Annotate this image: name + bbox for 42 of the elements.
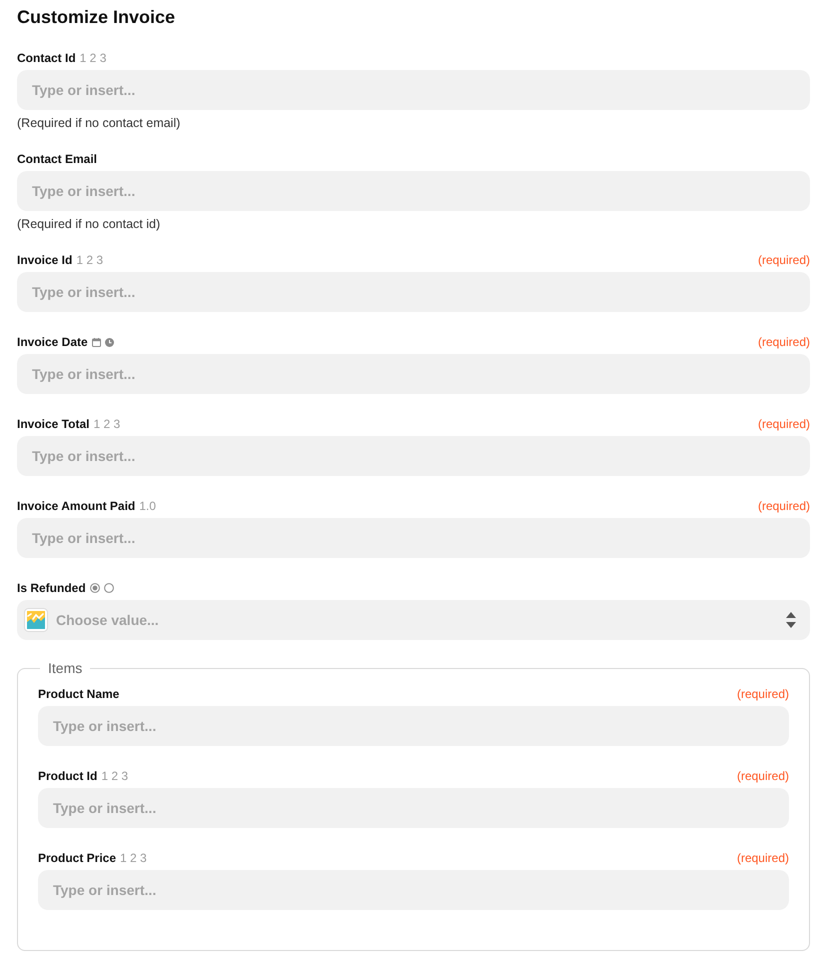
field-label: Contact Email <box>17 151 98 167</box>
required-note: (required) <box>736 850 789 866</box>
field-label: Invoice Date <box>17 334 88 350</box>
field-label: Product Price <box>38 850 116 866</box>
up-down-caret-icon <box>786 612 796 628</box>
text-input-field[interactable]: Type or insert... <box>38 706 789 746</box>
text-input-field[interactable]: Type or insert... <box>17 518 810 558</box>
required-note: (required) <box>736 768 789 784</box>
required-note: (required) <box>758 498 810 514</box>
field-label: Contact Id <box>17 50 76 66</box>
app-logo-icon <box>24 608 48 632</box>
required-note: (required) <box>758 252 810 268</box>
help-text: (Required if no contact email) <box>17 116 182 130</box>
field-label: Invoice Id <box>17 252 72 268</box>
type-hint: 1 2 3 <box>101 768 128 784</box>
clock-icon <box>104 338 114 346</box>
type-hint: 1 2 3 <box>120 850 147 866</box>
field-label: Is Refunded <box>17 580 86 596</box>
group-legend: Items <box>40 659 90 677</box>
form-title: Customize Invoice <box>17 6 176 29</box>
required-note: (required) <box>758 416 810 432</box>
type-hint: 1 2 3 <box>80 50 106 66</box>
type-hint: 1.0 <box>139 498 156 514</box>
type-hint: 1 2 3 <box>76 252 104 268</box>
choose-value-input[interactable]: Choose value... <box>56 610 778 630</box>
text-input-field[interactable]: Type or insert... <box>38 788 789 828</box>
required-note: (required) <box>758 334 810 350</box>
field-label: Invoice Total <box>17 416 90 432</box>
field-label: Product Name <box>38 686 120 702</box>
value-select-field[interactable]: Choose value... <box>17 600 810 640</box>
field-label: Product Id <box>38 768 98 784</box>
field-label: Invoice Amount Paid <box>17 498 136 514</box>
text-input-field[interactable]: Type or insert... <box>17 272 810 312</box>
required-note: (required) <box>736 686 789 702</box>
text-input-field[interactable]: Type or insert... <box>17 171 810 211</box>
text-input-field[interactable]: Type or insert... <box>17 70 810 110</box>
help-text: (Required if no contact id) <box>17 217 162 231</box>
text-input-field[interactable]: Type or insert... <box>17 436 810 476</box>
text-input-field[interactable]: Type or insert... <box>17 354 810 394</box>
type-hint: 1 2 3 <box>93 416 120 432</box>
text-input-field[interactable]: Type or insert... <box>38 870 789 910</box>
calendar-icon <box>92 338 101 346</box>
